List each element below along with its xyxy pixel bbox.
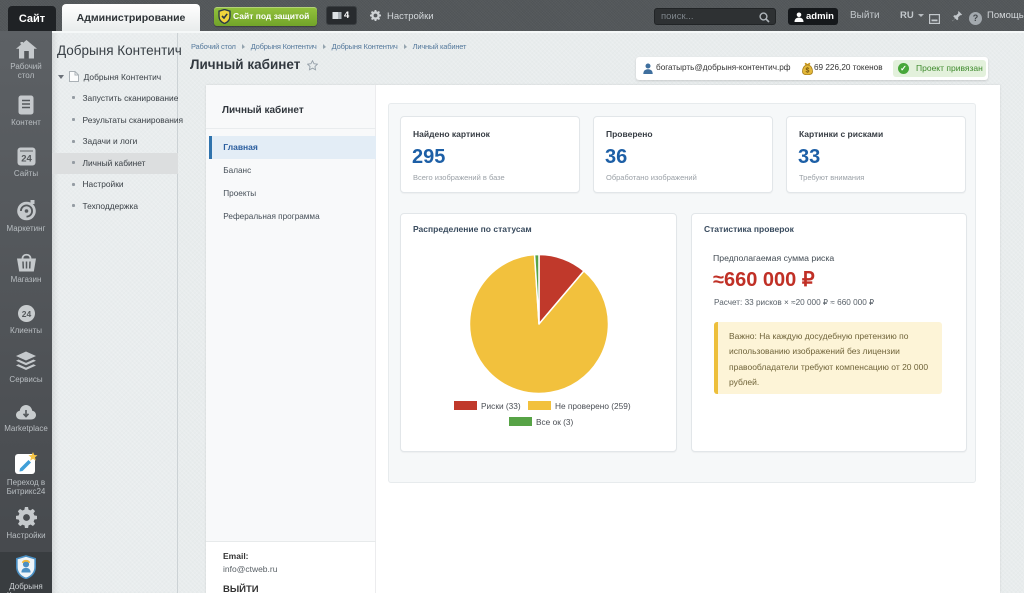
svg-text:$: $ bbox=[806, 68, 810, 75]
svg-text:24: 24 bbox=[21, 309, 31, 319]
svg-text:24: 24 bbox=[21, 154, 32, 165]
